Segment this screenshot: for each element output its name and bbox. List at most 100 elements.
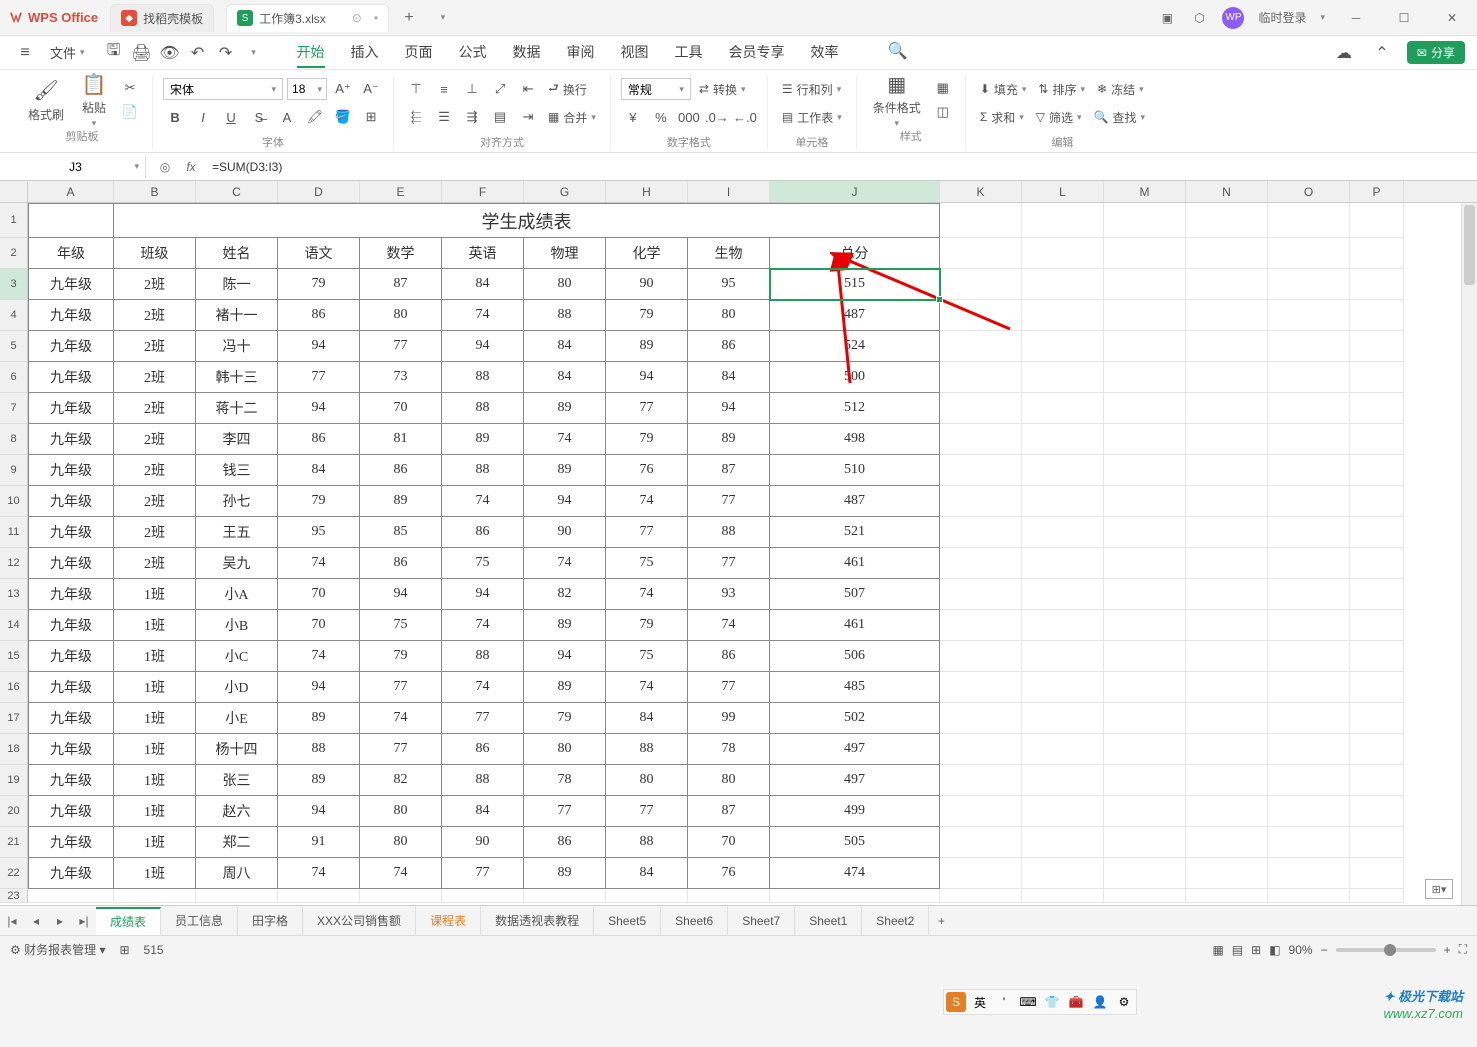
cell[interactable]: 88 [278, 734, 360, 765]
cell[interactable] [940, 362, 1022, 393]
cell[interactable] [1104, 548, 1186, 579]
row-header[interactable]: 13 [0, 579, 28, 610]
cell[interactable] [1186, 424, 1268, 455]
decrease-font-icon[interactable]: A⁻ [359, 78, 383, 100]
cell[interactable] [940, 889, 1022, 903]
sheet-tab[interactable]: 成绩表 [96, 907, 161, 935]
cell[interactable]: 497 [770, 765, 940, 796]
cell[interactable] [1022, 889, 1104, 903]
row-header[interactable]: 17 [0, 703, 28, 734]
cell[interactable]: 王五 [196, 517, 278, 548]
worksheet-button[interactable]: ▤ 工作表▾ [778, 106, 846, 128]
cell[interactable]: 512 [770, 393, 940, 424]
cut-icon[interactable]: ✂ [118, 77, 142, 99]
cell[interactable] [1104, 517, 1186, 548]
cell[interactable] [1350, 486, 1404, 517]
cell[interactable]: 84 [524, 331, 606, 362]
view-normal-icon[interactable]: ▦ [1212, 943, 1223, 957]
cell[interactable] [1268, 641, 1350, 672]
cell[interactable]: 84 [606, 858, 688, 889]
cell[interactable] [1186, 548, 1268, 579]
cell[interactable]: 94 [278, 796, 360, 827]
cell[interactable] [1104, 393, 1186, 424]
sheet-tab[interactable]: Sheet6 [661, 907, 728, 935]
cell[interactable]: 461 [770, 548, 940, 579]
cell[interactable] [1104, 362, 1186, 393]
cell[interactable]: 九年级 [28, 610, 114, 641]
vertical-scrollbar[interactable] [1461, 203, 1477, 905]
cell[interactable]: 1班 [114, 858, 196, 889]
cell[interactable] [1022, 641, 1104, 672]
cell[interactable]: 1班 [114, 579, 196, 610]
col-header-B[interactable]: B [114, 181, 196, 202]
cell[interactable]: 79 [278, 486, 360, 517]
cell[interactable]: 77 [278, 362, 360, 393]
row-header[interactable]: 8 [0, 424, 28, 455]
cell[interactable]: 461 [770, 610, 940, 641]
cell[interactable] [940, 424, 1022, 455]
cell[interactable]: 2班 [114, 362, 196, 393]
cell[interactable]: 小D [196, 672, 278, 703]
col-header-K[interactable]: K [940, 181, 1022, 202]
cell[interactable] [940, 238, 1022, 269]
cell[interactable] [1350, 610, 1404, 641]
title-cell[interactable]: 学生成绩表 [114, 203, 940, 238]
row-header[interactable]: 20 [0, 796, 28, 827]
cell[interactable]: 74 [278, 548, 360, 579]
cell[interactable] [1104, 455, 1186, 486]
increase-font-icon[interactable]: A⁺ [331, 78, 355, 100]
cell[interactable] [1268, 734, 1350, 765]
cell[interactable] [1268, 331, 1350, 362]
row-header[interactable]: 10 [0, 486, 28, 517]
ime-lang[interactable]: 英 [970, 992, 990, 1012]
cell[interactable] [1268, 610, 1350, 641]
cell[interactable] [1186, 269, 1268, 300]
col-header-A[interactable]: A [28, 181, 114, 202]
cell[interactable]: 九年级 [28, 424, 114, 455]
cell[interactable] [1350, 641, 1404, 672]
justify-icon[interactable]: ▤ [488, 106, 512, 128]
cell[interactable]: 77 [524, 796, 606, 827]
cell[interactable] [1022, 827, 1104, 858]
row-header[interactable]: 9 [0, 455, 28, 486]
cell[interactable] [1186, 734, 1268, 765]
cell[interactable] [1104, 672, 1186, 703]
percent-icon[interactable]: % [649, 106, 673, 128]
cell[interactable]: 2班 [114, 331, 196, 362]
cell[interactable]: 89 [524, 858, 606, 889]
cell[interactable]: 86 [688, 641, 770, 672]
cell[interactable] [1350, 579, 1404, 610]
cell[interactable] [940, 858, 1022, 889]
cell[interactable]: 515 [770, 269, 940, 300]
cell[interactable]: 74 [278, 641, 360, 672]
cell[interactable]: 84 [606, 703, 688, 734]
col-header-I[interactable]: I [688, 181, 770, 202]
cell[interactable] [1186, 796, 1268, 827]
cell[interactable] [940, 548, 1022, 579]
cell[interactable]: 86 [442, 517, 524, 548]
cell[interactable]: 502 [770, 703, 940, 734]
smart-tag-icon[interactable]: ⊞▾ [1425, 879, 1453, 899]
cell[interactable]: 75 [606, 641, 688, 672]
cell[interactable] [940, 703, 1022, 734]
border-icon[interactable]: ⊞ [359, 106, 383, 128]
col-header-E[interactable]: E [360, 181, 442, 202]
orientation-icon[interactable]: ⤢ [488, 78, 512, 100]
spreadsheet-grid[interactable]: ABCDEFGHIJKLMNOP 1学生成绩表2年级班级姓名语文数学英语物理化学… [0, 181, 1477, 905]
cell[interactable] [1104, 641, 1186, 672]
table-style-icon[interactable]: ▦ [931, 77, 955, 99]
cell[interactable] [1350, 703, 1404, 734]
cell[interactable]: 姓名 [196, 238, 278, 269]
col-header-H[interactable]: H [606, 181, 688, 202]
cell[interactable]: 九年级 [28, 641, 114, 672]
cell[interactable] [1186, 238, 1268, 269]
cell[interactable]: 70 [360, 393, 442, 424]
menu-tab-page[interactable]: 页面 [405, 38, 433, 68]
cell[interactable]: 94 [524, 486, 606, 517]
cell[interactable]: 李四 [196, 424, 278, 455]
cell[interactable] [1022, 672, 1104, 703]
cell[interactable]: 95 [278, 517, 360, 548]
cell[interactable]: 94 [442, 331, 524, 362]
cell[interactable] [1350, 889, 1404, 903]
dec-inc-icon[interactable]: .0→ [705, 106, 729, 128]
